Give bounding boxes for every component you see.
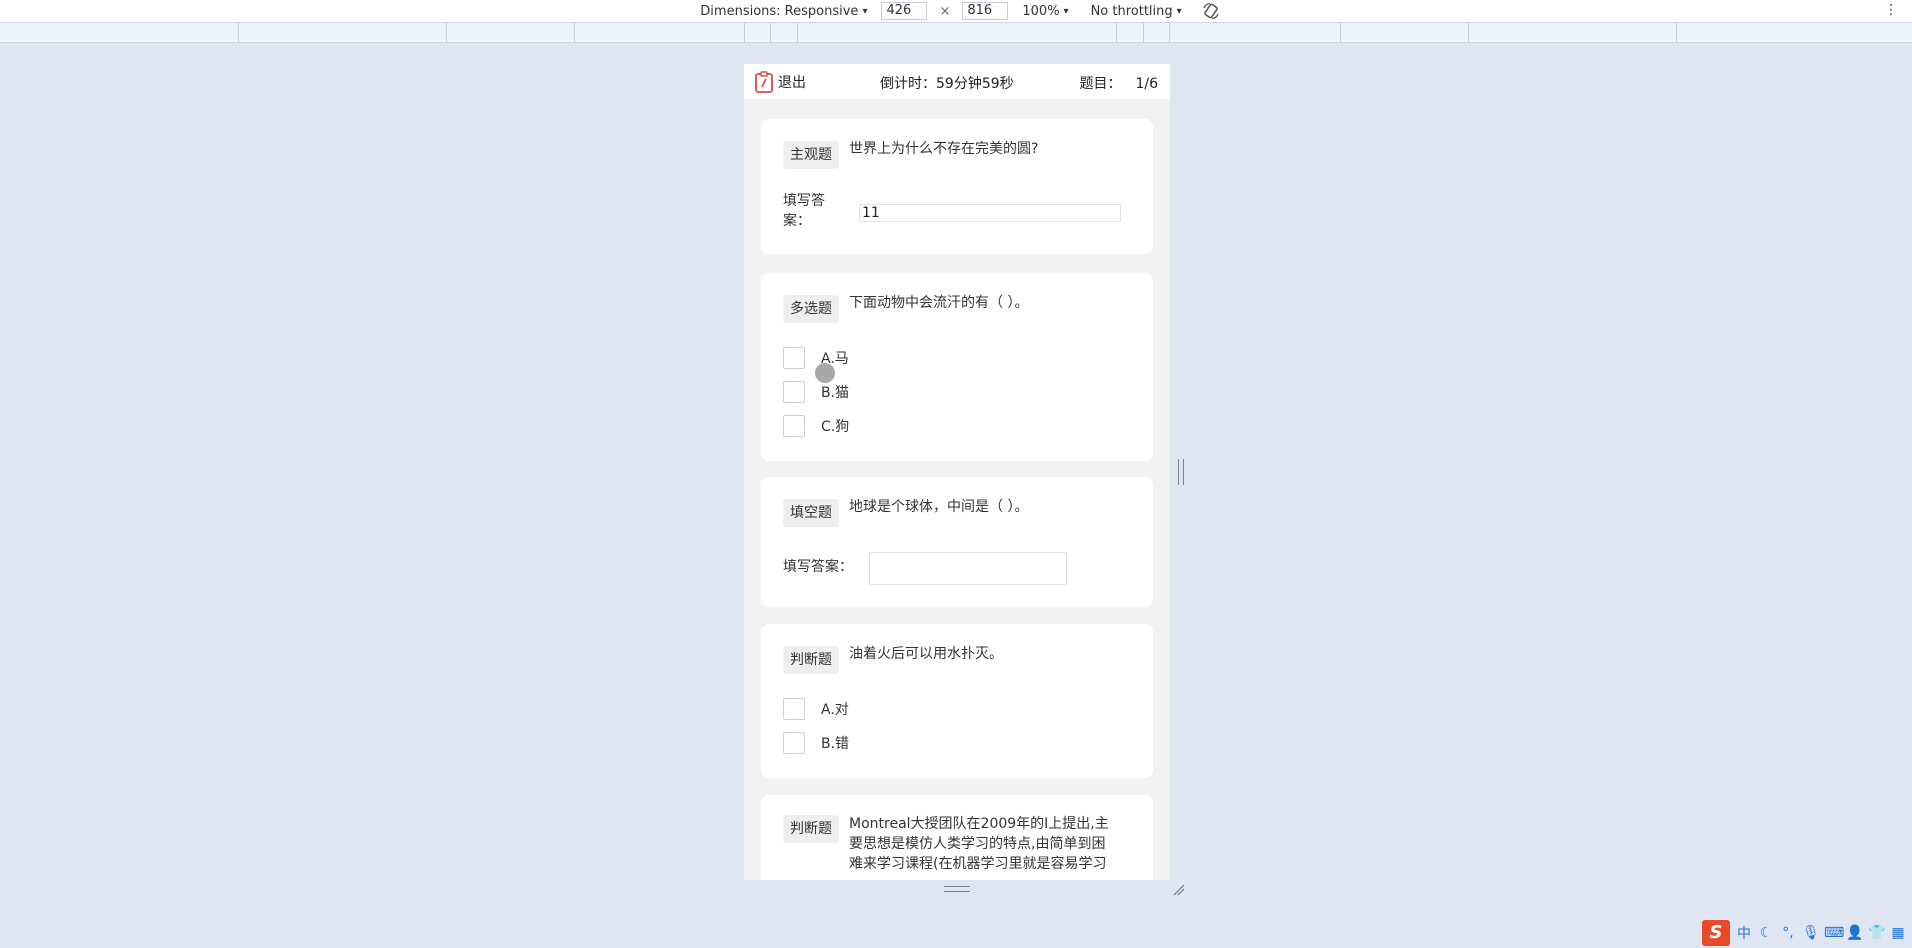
microphone-icon[interactable]: 🎙 <box>1802 925 1820 941</box>
ruler-tick <box>744 23 745 43</box>
ruler-tick <box>446 23 447 43</box>
exam-header: 退出 倒计时：59分钟59秒 题目： 1/6 <box>744 64 1170 99</box>
question-text: 地球是个球体，中间是（ ）。 <box>849 499 1029 515</box>
caret-down-icon: ▾ <box>1176 5 1182 17</box>
question-text-line: Montreal大授团队在2009年的I上提出,主 <box>849 816 1109 832</box>
ruler-tick <box>1676 23 1677 43</box>
exit-button[interactable]: 退出 <box>754 70 806 93</box>
device-viewport: 退出 倒计时：59分钟59秒 题目： 1/6 主观题 世界上为什么不存在完美的圆?… <box>744 64 1170 880</box>
question-type-tag: 判断题 <box>783 646 839 674</box>
keyboard-icon[interactable]: ⌨ <box>1824 925 1844 941</box>
question-text: Montreal大授团队在2009年的I上提出,主 要思想是模仿人类学习的特点,… <box>849 814 1109 874</box>
zoom-dropdown[interactable]: 100% ▾ <box>1022 4 1068 19</box>
countdown-timer: 倒计时：59分钟59秒 <box>880 76 1014 92</box>
answer-input[interactable] <box>869 552 1067 585</box>
question-type-tag: 多选题 <box>783 295 839 323</box>
question-type-tag: 主观题 <box>783 141 839 169</box>
option-c[interactable]: C.狗 <box>783 415 849 437</box>
devtools-device-toolbar: Dimensions: Responsive ▾ 426 × 816 100% … <box>0 0 1912 22</box>
ruler-tick <box>1169 23 1170 43</box>
option-checkbox[interactable] <box>783 732 805 754</box>
times-sign: × <box>939 3 951 19</box>
skin-icon[interactable]: 👕 <box>1868 925 1885 941</box>
question-text: 下面动物中会流汗的有（ ）。 <box>849 295 1029 311</box>
option-checkbox[interactable] <box>783 381 805 403</box>
option-b[interactable]: B.猫 <box>783 381 849 403</box>
height-input[interactable]: 816 <box>962 2 1009 20</box>
user-icon[interactable]: 👤 <box>1846 925 1863 941</box>
answer-input[interactable] <box>859 204 1121 222</box>
ruler-tick <box>1340 23 1341 43</box>
ruler-tick <box>238 23 239 43</box>
answer-label: 填写答案： <box>783 559 853 575</box>
question-text: 油着火后可以用水扑灭。 <box>849 646 1003 662</box>
touch-cursor <box>815 363 835 383</box>
question-counter-label: 题目： <box>1079 76 1122 92</box>
width-input[interactable]: 426 <box>881 2 928 20</box>
dimensions-label: Dimensions: Responsive <box>700 3 859 19</box>
option-checkbox[interactable] <box>783 347 805 369</box>
option-checkbox[interactable] <box>783 698 805 720</box>
caret-down-icon: ▾ <box>862 5 868 17</box>
ruler-tick <box>1143 23 1144 43</box>
ruler-tick <box>1468 23 1469 43</box>
option-a[interactable]: A.对 <box>783 698 849 720</box>
ime-mode-indicator[interactable]: 中 <box>1736 923 1752 943</box>
throttling-dropdown[interactable]: No throttling ▾ <box>1091 4 1182 19</box>
option-label: B.猫 <box>821 385 850 401</box>
question-counter-value: 1/6 <box>1135 76 1158 92</box>
option-label: C.狗 <box>821 419 850 435</box>
resize-corner-icon[interactable] <box>1172 883 1186 897</box>
moon-icon[interactable]: ☾ <box>1758 925 1774 941</box>
question-text-line: 难来学习课程(在机器学习里就是容易学习 <box>849 856 1107 872</box>
grid-icon[interactable]: ▦ <box>1890 925 1906 941</box>
ime-tray: S 中 ☾ °, 🎙 ⌨ 👤 👕 ▦ <box>1702 920 1912 946</box>
question-card: 填空题 地球是个球体，中间是（ ）。 填写答案： <box>761 477 1153 607</box>
option-b[interactable]: B.错 <box>783 732 849 754</box>
ruler-tick <box>770 23 771 43</box>
question-counter: 题目： 1/6 <box>1079 73 1158 93</box>
resize-handle-right[interactable] <box>1178 459 1184 485</box>
ruler-tick <box>574 23 575 43</box>
punctuation-icon[interactable]: °, <box>1780 925 1796 941</box>
exam-clipboard-icon <box>755 70 773 93</box>
rotate-icon[interactable] <box>1202 2 1220 20</box>
option-checkbox[interactable] <box>783 415 805 437</box>
question-card: 判断题 Montreal大授团队在2009年的I上提出,主 要思想是模仿人类学习… <box>761 795 1153 880</box>
question-text: 世界上为什么不存在完美的圆? <box>849 141 1039 157</box>
option-a[interactable]: A.马 <box>783 347 849 369</box>
ruler-tick <box>797 23 798 43</box>
answer-label: 填写答案： <box>783 193 825 229</box>
option-label: A.对 <box>821 702 849 718</box>
question-text-line: 要思想是模仿人类学习的特点,由简单到困 <box>849 836 1106 852</box>
zoom-label: 100% <box>1022 3 1060 19</box>
question-card: 判断题 油着火后可以用水扑灭。 A.对 B.错 <box>761 624 1153 778</box>
throttling-label: No throttling <box>1090 3 1173 19</box>
resize-handle-bottom[interactable] <box>944 886 970 892</box>
caret-down-icon: ▾ <box>1063 5 1069 17</box>
question-type-tag: 填空题 <box>783 499 839 527</box>
exit-label: 退出 <box>778 74 806 91</box>
ime-logo[interactable]: S <box>1702 920 1730 946</box>
dimensions-dropdown[interactable]: Dimensions: Responsive ▾ <box>700 4 867 19</box>
more-options-icon[interactable]: ⋮ <box>1884 2 1898 18</box>
media-query-ruler <box>0 22 1912 43</box>
question-type-tag: 判断题 <box>783 815 839 843</box>
question-card: 主观题 世界上为什么不存在完美的圆? 填写答案： <box>761 119 1153 254</box>
option-label: B.错 <box>821 736 850 752</box>
ruler-tick <box>1116 23 1117 43</box>
